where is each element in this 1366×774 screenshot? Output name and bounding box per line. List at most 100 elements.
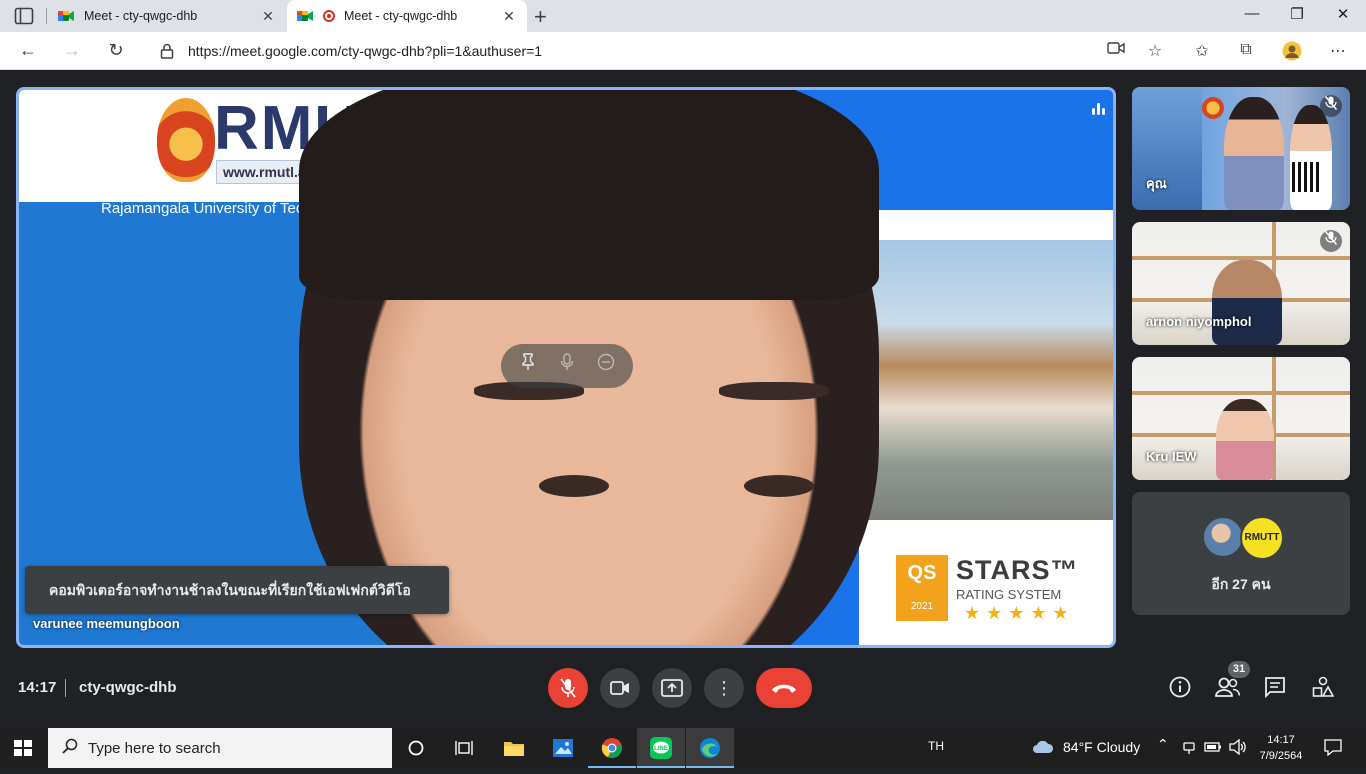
meeting-details-icon[interactable]: [1167, 676, 1193, 702]
profile-avatar-icon[interactable]: [1282, 41, 1302, 61]
url-text: https://meet.google.com/cty-qwgc-dhb?pli…: [188, 43, 543, 59]
url-field[interactable]: https://meet.google.com/cty-qwgc-dhb?pli…: [144, 36, 1144, 66]
taskbar-search-box[interactable]: Type here to search: [48, 728, 392, 768]
end-call-button[interactable]: [756, 668, 812, 708]
participant-name: arnon niyomphol: [1146, 314, 1252, 329]
cloud-icon[interactable]: [1032, 738, 1054, 757]
avatar: [1202, 516, 1244, 558]
tab-title: Meet - cty-qwgc-dhb: [344, 9, 458, 23]
qs-stars-badge: QS 2021 STARS™ RATING SYSTEM ★★★★★: [896, 545, 1106, 625]
camera-toggle-button[interactable]: [600, 668, 640, 708]
search-placeholder: Type here to search: [88, 739, 221, 757]
meet-control-bar: 14:17 cty-qwgc-dhb ⋮ 31: [0, 657, 1366, 728]
tab-meet-1[interactable]: Meet - cty-qwgc-dhb ✕: [48, 0, 286, 32]
main-video-tile[interactable]: RMUT www.rmutl.ac.th Rajamangala Univers…: [16, 87, 1116, 648]
slide-photo: [859, 240, 1113, 520]
tab-close-icon[interactable]: ✕: [258, 8, 278, 25]
slide-subtitle: Rajamangala University of Tec: [101, 200, 304, 217]
chrome-icon[interactable]: [588, 728, 636, 768]
recording-indicator-icon: [323, 10, 335, 22]
participant-tile-self[interactable]: คุณ: [1132, 87, 1350, 210]
line-app-icon[interactable]: LINE: [637, 728, 685, 768]
tile-hover-controls: [501, 344, 633, 388]
divider: [65, 679, 66, 697]
qr-code-icon: [1292, 162, 1322, 192]
meet-favicon-icon: [58, 9, 74, 23]
svg-text:LINE: LINE: [654, 746, 668, 752]
settings-more-icon[interactable]: ⋯: [1328, 41, 1348, 61]
collections-icon[interactable]: ⧉: [1236, 41, 1256, 61]
input-language[interactable]: TH: [928, 739, 944, 753]
minimize-icon[interactable]: —: [1237, 5, 1267, 22]
speaking-indicator-icon: [1085, 96, 1112, 123]
browser-tab-bar: Meet - cty-qwgc-dhb ✕ Meet - cty-qwgc-dh…: [0, 0, 1366, 32]
main-speaker-name: varunee meemungboon: [33, 616, 180, 631]
muted-mic-icon: [1320, 95, 1342, 117]
reload-icon[interactable]: ↻: [105, 40, 127, 62]
performance-notice: คอมพิวเตอร์อาจทำงานช้าลงในขณะที่เรียกใช้…: [25, 566, 449, 614]
windows-taskbar: Type here to search LINE TH 84°F Cloudy …: [0, 728, 1366, 768]
window-close-icon[interactable]: ✕: [1328, 5, 1358, 23]
back-arrow-icon[interactable]: ←: [17, 40, 39, 62]
remove-participant-icon[interactable]: [592, 352, 620, 380]
taskbar-clock[interactable]: 14:17 7/9/2564: [1258, 732, 1304, 764]
task-view-icon[interactable]: [440, 728, 488, 768]
meeting-code: cty-qwgc-dhb: [79, 679, 177, 696]
participant-tile-kru-iew[interactable]: Kru IEW: [1132, 357, 1350, 480]
tile-person: [1224, 97, 1284, 210]
participant-tile-arnon[interactable]: arnon niyomphol: [1132, 222, 1350, 345]
people-icon[interactable]: [1214, 676, 1240, 702]
cortana-icon[interactable]: [392, 728, 440, 768]
favorites-icon[interactable]: ✩: [1192, 41, 1212, 61]
mute-participant-icon[interactable]: [553, 352, 581, 380]
microphone-toggle-button[interactable]: [548, 668, 588, 708]
forward-arrow-icon[interactable]: →: [61, 40, 83, 62]
lock-icon[interactable]: [160, 43, 174, 59]
speaker-eye: [539, 475, 609, 497]
tile-building-bg: [1132, 87, 1202, 210]
more-participants-label: อีก 27 คน: [1211, 576, 1271, 592]
show-hidden-icons-icon[interactable]: ⌃: [1157, 736, 1169, 753]
activities-icon[interactable]: [1310, 676, 1336, 702]
participant-count-badge: 31: [1228, 661, 1250, 678]
volume-icon[interactable]: [1229, 738, 1247, 758]
chat-icon[interactable]: [1262, 676, 1288, 702]
restore-icon[interactable]: ❐: [1282, 5, 1312, 23]
participant-name: คุณ: [1146, 176, 1167, 191]
tab-actions-menu-icon[interactable]: [14, 7, 34, 25]
camera-in-use-icon[interactable]: [1106, 41, 1126, 61]
battery-icon[interactable]: [1204, 739, 1222, 756]
windows-start-icon[interactable]: [14, 740, 32, 756]
more-participants-tile[interactable]: RMUTT อีก 27 คน: [1132, 492, 1350, 615]
edge-icon[interactable]: [686, 728, 734, 768]
meeting-clock: 14:17: [18, 679, 57, 696]
tab-meet-2[interactable]: Meet - cty-qwgc-dhb ✕: [287, 0, 527, 32]
tile-seal-icon: [1202, 97, 1224, 119]
tab-close-icon[interactable]: ✕: [499, 8, 519, 25]
qs-gold-stars: ★★★★★: [964, 603, 1075, 623]
pin-icon[interactable]: [514, 352, 542, 380]
network-icon[interactable]: [1182, 739, 1196, 758]
clock-date: 7/9/2564: [1259, 750, 1303, 762]
photos-icon[interactable]: [539, 728, 587, 768]
search-icon: [62, 738, 78, 758]
muted-mic-icon: [1320, 230, 1342, 252]
tile-person: [1216, 399, 1274, 480]
file-explorer-icon[interactable]: [490, 728, 538, 768]
participant-avatars: RMUTT: [1202, 516, 1286, 560]
qs-year: 2021: [910, 601, 934, 612]
new-tab-button[interactable]: +: [534, 4, 547, 30]
present-screen-button[interactable]: [652, 668, 692, 708]
meet-stage: RMUT www.rmutl.ac.th Rajamangala Univers…: [0, 71, 1366, 657]
address-toolbar: ← → ↻ https://meet.google.com/cty-qwgc-d…: [0, 32, 1366, 70]
qs-stars-text: STARS™: [956, 555, 1079, 585]
speaker-eye: [744, 475, 814, 497]
avatar: RMUTT: [1240, 516, 1284, 560]
notifications-icon[interactable]: [1324, 738, 1342, 759]
weather-text[interactable]: 84°F Cloudy: [1063, 739, 1140, 755]
university-seal-icon: [157, 98, 215, 182]
tile-person: [1212, 260, 1282, 345]
more-options-button[interactable]: ⋮: [704, 668, 744, 708]
add-favorite-icon[interactable]: ☆: [1145, 41, 1165, 61]
participant-name: Kru IEW: [1146, 449, 1197, 464]
